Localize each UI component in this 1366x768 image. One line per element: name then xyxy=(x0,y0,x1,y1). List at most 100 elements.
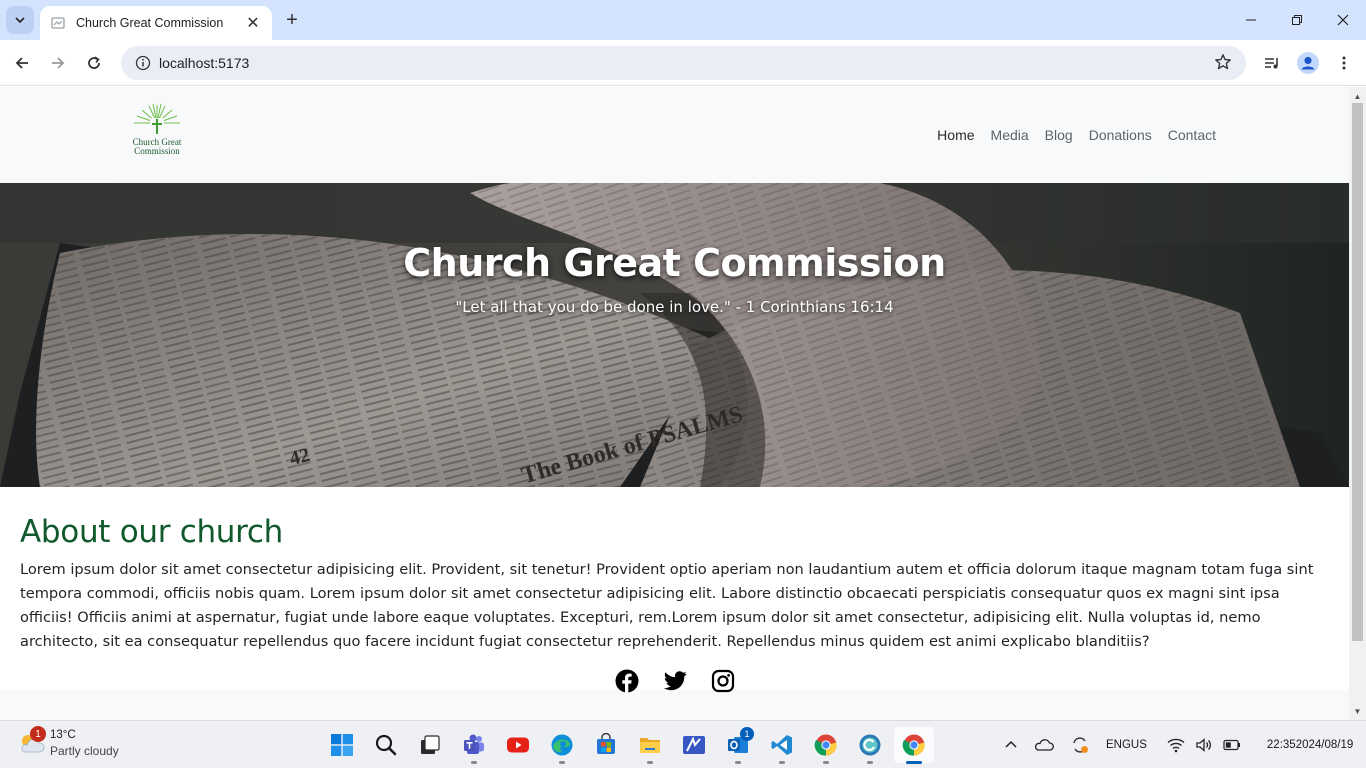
page-scrollbar[interactable]: ▲ ▼ xyxy=(1349,87,1366,720)
scroll-down-arrow-icon[interactable]: ▼ xyxy=(1352,705,1363,717)
new-tab-button[interactable]: + xyxy=(280,8,304,32)
volume-icon[interactable] xyxy=(1195,737,1213,753)
chrome-active-app[interactable] xyxy=(894,727,934,764)
weather-badge: 1 xyxy=(30,726,46,742)
start-button[interactable] xyxy=(322,727,362,763)
arrow-left-icon xyxy=(15,57,28,69)
outlook-badge: 1 xyxy=(740,727,754,741)
search-button[interactable] xyxy=(366,727,406,763)
search-icon xyxy=(375,734,397,756)
vscode-app[interactable] xyxy=(762,727,802,764)
clock-time: 22:35 xyxy=(1266,738,1296,751)
vscode-icon xyxy=(771,735,792,755)
reload-icon xyxy=(88,56,100,69)
clock[interactable]: 22:35 2024/08/19 xyxy=(1267,738,1353,753)
nav-donations[interactable]: Donations xyxy=(1081,127,1160,143)
footer-strip xyxy=(0,690,1349,720)
kebab-menu-icon xyxy=(1342,56,1346,70)
profile-avatar-icon xyxy=(1297,52,1319,74)
task-view-icon xyxy=(421,735,440,754)
close-icon xyxy=(1337,14,1349,26)
browser-tab[interactable]: Church Great Commission ✕ xyxy=(40,6,272,40)
instagram-icon[interactable] xyxy=(711,669,735,693)
minimize-button[interactable] xyxy=(1228,0,1274,40)
chevron-down-icon xyxy=(15,17,25,24)
logo-text: Church Great Commission xyxy=(126,138,188,156)
weather-temp: 13°C xyxy=(50,729,76,741)
chrome-app[interactable] xyxy=(806,727,846,764)
logo-text-line2: Commission xyxy=(134,146,180,156)
language-code: ENG xyxy=(1106,738,1131,751)
facebook-icon[interactable] xyxy=(615,669,639,693)
chrome-icon xyxy=(814,734,837,756)
chevron-up-icon[interactable] xyxy=(1004,738,1018,752)
nav-media[interactable]: Media xyxy=(983,127,1037,143)
media-control-button[interactable] xyxy=(1258,49,1286,77)
youtube-app[interactable] xyxy=(498,727,538,763)
active-indicator xyxy=(906,761,922,764)
file-explorer-app[interactable] xyxy=(630,727,670,764)
weather-condition: Partly cloudy xyxy=(50,744,119,758)
browser-menu-button[interactable] xyxy=(1330,49,1358,77)
hero-title: Church Great Commission xyxy=(403,241,946,285)
favicon-icon xyxy=(50,15,66,31)
url-text[interactable]: localhost:5173 xyxy=(159,55,249,71)
youtube-icon xyxy=(507,737,529,753)
weather-widget[interactable]: 1 13°C Partly cloudy xyxy=(16,726,119,759)
tab-search-button[interactable] xyxy=(6,6,34,34)
outlook-app[interactable]: 1 xyxy=(718,727,758,764)
chrome-icon xyxy=(902,734,925,756)
about-section: About our church Lorem ipsum dolor sit a… xyxy=(20,514,1332,654)
nav-home[interactable]: Home xyxy=(929,127,982,143)
browser-toolbar: localhost:5173 xyxy=(0,40,1366,86)
wifi-icon[interactable] xyxy=(1167,737,1185,753)
edge-dev-icon xyxy=(859,734,881,756)
weather-text: 13°C Partly cloudy xyxy=(50,727,119,759)
language-region: US xyxy=(1130,738,1147,751)
scroll-up-arrow-icon[interactable]: ▲ xyxy=(1352,90,1363,102)
edge-app[interactable] xyxy=(542,727,582,764)
running-indicator xyxy=(647,761,653,764)
running-indicator xyxy=(559,761,565,764)
main-nav: Home Media Blog Donations Contact xyxy=(929,127,1224,143)
store-app[interactable] xyxy=(586,727,626,763)
reload-button[interactable] xyxy=(80,49,108,77)
cross-rays-logo-icon xyxy=(134,103,180,135)
about-text: Lorem ipsum dolor sit amet consectetur a… xyxy=(20,561,1314,650)
store-icon xyxy=(597,733,615,754)
restore-icon xyxy=(1292,15,1302,25)
scroll-thumb[interactable] xyxy=(1352,103,1363,641)
hero-banner: The Book of PSALMS 42 Church Great Commi… xyxy=(0,183,1349,487)
nav-blog[interactable]: Blog xyxy=(1037,127,1081,143)
running-indicator xyxy=(735,761,741,764)
forward-button[interactable] xyxy=(44,49,72,77)
windows-taskbar: 1 13°C Partly cloudy 1 ENG US 22:35 2024… xyxy=(0,720,1366,768)
about-heading: About our church xyxy=(20,514,284,550)
language-indicator[interactable]: ENG US xyxy=(1106,738,1147,753)
tab-title: Church Great Commission xyxy=(76,16,224,30)
task-view-button[interactable] xyxy=(410,727,450,763)
sync-icon[interactable] xyxy=(1070,735,1090,755)
bookmark-star-icon[interactable] xyxy=(1214,53,1232,76)
browser-tabstrip: Church Great Commission ✕ + xyxy=(0,0,1366,40)
profile-button[interactable] xyxy=(1294,49,1322,77)
church-logo[interactable]: Church Great Commission xyxy=(126,101,188,161)
twitter-icon[interactable] xyxy=(663,669,687,693)
windows-logo-icon xyxy=(331,734,353,756)
taskbar-apps: 1 xyxy=(322,727,934,764)
nav-contact[interactable]: Contact xyxy=(1160,127,1224,143)
site-info-icon[interactable] xyxy=(133,55,153,71)
onedrive-icon[interactable] xyxy=(1034,738,1054,752)
close-window-button[interactable] xyxy=(1320,0,1366,40)
address-bar[interactable]: localhost:5173 xyxy=(121,46,1246,80)
back-button[interactable] xyxy=(8,49,36,77)
open-bible-image: The Book of PSALMS 42 xyxy=(0,183,1349,487)
teams-app[interactable] xyxy=(454,727,494,764)
running-indicator xyxy=(823,761,829,764)
edge-dev-app[interactable] xyxy=(850,727,890,764)
power-automate-app[interactable] xyxy=(674,727,714,763)
partly-cloudy-icon: 1 xyxy=(16,726,46,758)
battery-icon[interactable] xyxy=(1223,739,1241,751)
close-tab-icon[interactable]: ✕ xyxy=(244,14,262,32)
restore-button[interactable] xyxy=(1274,0,1320,40)
